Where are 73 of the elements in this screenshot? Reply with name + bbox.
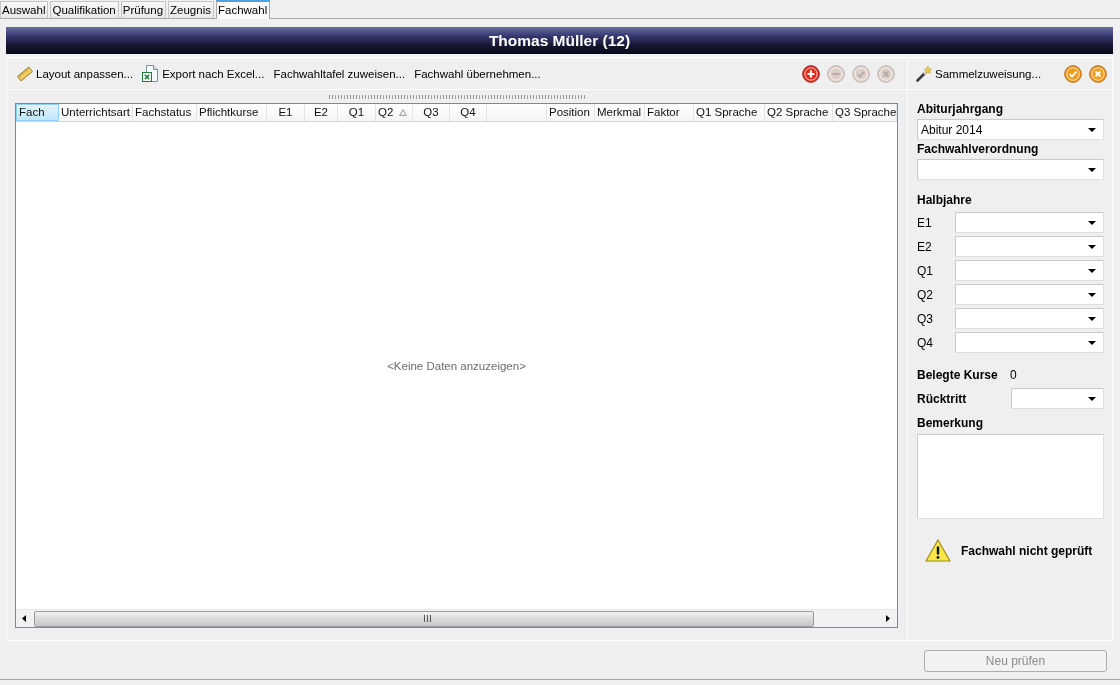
remark-field[interactable] [917,434,1104,519]
column-header[interactable]: Q1 [338,104,376,121]
dropdown[interactable] [955,212,1104,233]
toolbar-button[interactable]: Export nach Excel... [140,62,269,85]
field-value: 0 [1010,368,1017,382]
field-label: Q3 [917,311,934,326]
caret-icon [1088,268,1096,273]
plus-circle-icon[interactable] [802,64,820,83]
column-header[interactable]: Q1 Sprache [694,104,765,121]
field-label: E1 [917,215,933,230]
horizontal-scrollbar[interactable] [16,609,897,627]
scrollbar-thumb[interactable] [34,610,814,627]
scroll-left-icon[interactable] [22,615,26,622]
column-header[interactable]: Fach [16,104,59,121]
field-label: Bemerkung [917,416,985,430]
empty-message: <Keine Daten anzuzeigen> [387,359,526,372]
caret-icon [1088,396,1096,401]
column-header[interactable]: Unterrichtsart [59,104,133,121]
column-header[interactable]: Q3 [413,104,450,121]
x-circle-icon[interactable] [1089,64,1107,83]
toolbar-button[interactable]: Fachwahltafel zuweisen... [271,62,410,85]
caret-icon [1088,167,1096,172]
field-label: Belegte Kurse [917,368,999,382]
warning-icon [925,539,951,562]
caret-icon [1088,220,1096,225]
spreadsheet-icon [142,65,160,82]
dropdown[interactable]: Abitur 2014 [917,119,1104,140]
tab[interactable]: Qualifikation [50,1,119,18]
field-label: E2 [917,239,933,254]
tab[interactable]: Zeugnis [168,1,214,18]
field-label: Fachwahlverordnung [917,142,1040,156]
tab[interactable]: Prüfung [120,1,167,18]
column-header[interactable]: Q4 [450,104,487,121]
column-header[interactable]: E1 [267,104,305,121]
toolbar-button[interactable]: Fachwahl übernehmen... [412,62,545,85]
dropdown[interactable] [955,236,1104,257]
dropdown[interactable] [917,159,1104,180]
column-header[interactable]: Position [547,104,595,121]
field-label: Q1 [917,263,934,278]
tab[interactable]: Auswahl [0,1,49,18]
column-header[interactable]: E2 [305,104,338,121]
check-circle-icon[interactable] [1064,64,1082,83]
caret-icon [1088,292,1096,297]
dropdown[interactable] [955,308,1104,329]
dropdown[interactable] [955,332,1104,353]
caret-icon [1088,127,1096,132]
header-title: Thomas Müller (12) [488,31,631,50]
column-header[interactable]: Q2 [376,104,413,121]
column-header[interactable]: Q2 Sprache [765,104,833,121]
magic-wand-icon [916,65,932,82]
column-header[interactable]: Merkmal [595,104,645,121]
column-header[interactable]: Faktor [645,104,694,121]
dropdown[interactable] [955,260,1104,281]
section-label: Halbjahre [917,193,973,207]
status-message: Fachwahl nicht geprüft [961,543,1093,558]
field-label: Abiturjahrgang [917,102,1004,116]
dropdown[interactable] [955,284,1104,305]
scroll-right-icon[interactable] [886,615,890,622]
caret-icon [1088,244,1096,249]
dropdown[interactable] [1011,388,1104,409]
tab[interactable]: Fachwahl [215,0,271,19]
column-header[interactable]: Pflichtkurse [197,104,267,121]
caret-icon [1088,340,1096,345]
toolbar-button[interactable]: Sammelzuweisung... [914,62,1046,85]
toolbar-button[interactable]: Layout anpassen... [15,62,138,85]
splitter-grip[interactable] [328,95,585,99]
caret-icon [1088,316,1096,321]
grip-icon [423,615,431,622]
column-header[interactable]: Fachstatus [133,104,197,121]
column-header[interactable]: Q3 Sprache [833,104,897,121]
field-label: Q4 [917,335,934,350]
field-label: Rücktritt [917,391,968,406]
field-label: Q2 [917,287,934,302]
